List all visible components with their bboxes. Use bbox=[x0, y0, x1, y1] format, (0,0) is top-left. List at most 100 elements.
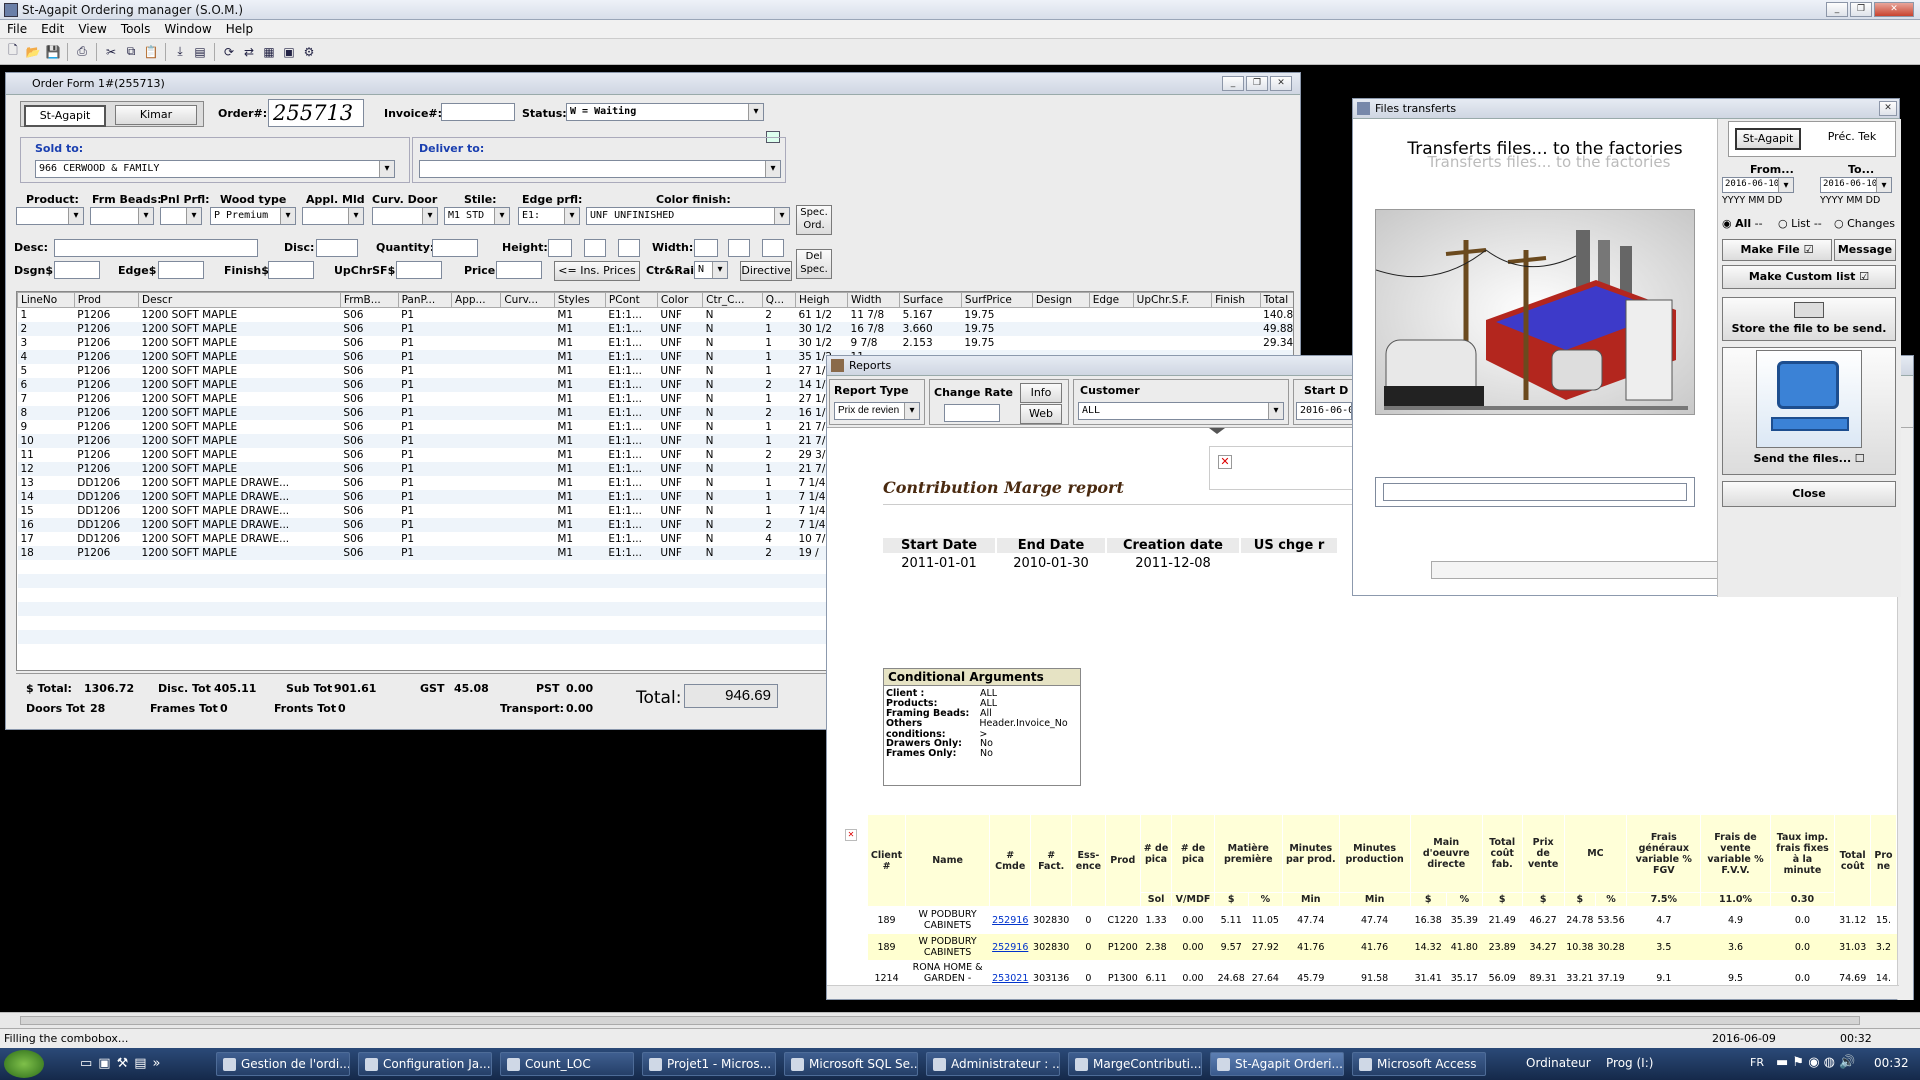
grid-cell[interactable] bbox=[1133, 322, 1212, 336]
grid-cell[interactable]: 3.660 bbox=[900, 322, 962, 336]
customer-combobox[interactable]: ALL bbox=[1078, 402, 1284, 420]
grid-row[interactable]: 3 P1206 1200 SOFT MAPLE S06 P1 M1 E1:1... UNF N 1… bbox=[17, 335, 1293, 350]
task-gestion[interactable]: Gestion de l'ordi... bbox=[216, 1052, 350, 1076]
tray-icons[interactable]: ▬ ⚑ ◉ ◍ 🔊 bbox=[1776, 1055, 1855, 1070]
grid-cell[interactable]: P1206 bbox=[74, 336, 138, 350]
grid-cell[interactable]: 11 bbox=[18, 448, 75, 462]
grid-col-header[interactable]: Width bbox=[847, 292, 901, 308]
grid-cell[interactable]: 1 bbox=[762, 350, 795, 364]
files-log-field[interactable] bbox=[1383, 483, 1687, 501]
grid-cell[interactable]: S06 bbox=[340, 350, 398, 364]
grid-cell[interactable]: P1 bbox=[398, 350, 451, 364]
grid-cell[interactable] bbox=[452, 322, 501, 336]
grid-cell[interactable]: 1200 SOFT MAPLE bbox=[139, 462, 341, 476]
grid-col-header[interactable]: Design bbox=[1031, 292, 1090, 308]
grid-cell[interactable] bbox=[501, 504, 555, 518]
grid-cell[interactable]: 1200 SOFT MAPLE bbox=[139, 406, 341, 420]
width-den-field[interactable] bbox=[762, 239, 784, 257]
grid-cell[interactable]: S06 bbox=[340, 406, 398, 420]
tab-prec-tek[interactable]: Préc. Tek bbox=[1817, 128, 1887, 146]
grid-cell[interactable] bbox=[501, 350, 555, 364]
grid-col-header[interactable]: Ctr_C... bbox=[702, 292, 763, 308]
grid-cell[interactable]: UNF bbox=[657, 378, 702, 392]
grid-cell[interactable]: 1200 SOFT MAPLE bbox=[139, 392, 341, 406]
grid-cell[interactable]: M1 bbox=[554, 448, 605, 462]
grid-cell[interactable]: P1206 bbox=[74, 434, 138, 448]
stile-combobox[interactable]: M1 STD bbox=[444, 207, 510, 225]
grid-cell[interactable] bbox=[501, 336, 555, 350]
grid-cell[interactable]: 1200 SOFT MAPLE bbox=[139, 434, 341, 448]
order-close-icon[interactable]: ✕ bbox=[1270, 76, 1292, 91]
grid-cell[interactable]: 5.167 bbox=[900, 308, 962, 322]
height-field[interactable] bbox=[548, 239, 572, 257]
grid-cell[interactable]: E1:1... bbox=[605, 434, 657, 448]
grid-cell[interactable]: 4 bbox=[18, 350, 75, 364]
report-icon[interactable]: ▤ bbox=[191, 43, 209, 61]
grid-cell[interactable] bbox=[452, 420, 501, 434]
menu-edit[interactable]: Edit bbox=[34, 20, 71, 38]
grid-cell[interactable] bbox=[501, 476, 555, 490]
grid-cell[interactable] bbox=[452, 406, 501, 420]
grid-cell[interactable] bbox=[501, 308, 555, 322]
grid-col-header[interactable]: Prod bbox=[73, 292, 140, 308]
task-st-agapit[interactable]: St-Agapit Orderi... bbox=[1210, 1052, 1344, 1076]
grid-cell[interactable] bbox=[1212, 336, 1260, 350]
grid-cell[interactable]: P1 bbox=[398, 434, 451, 448]
grid-cell[interactable]: 9 7/8 bbox=[848, 336, 900, 350]
edge-price-field[interactable] bbox=[158, 261, 204, 279]
grid-cell[interactable]: 30 1/2 bbox=[795, 336, 847, 350]
grid-cell[interactable]: M1 bbox=[554, 420, 605, 434]
close-icon[interactable]: ✕ bbox=[1874, 2, 1914, 17]
grid-cell[interactable] bbox=[501, 532, 555, 546]
grid-cell[interactable]: N bbox=[703, 448, 763, 462]
start-date-field[interactable]: 2016-06-0 bbox=[1296, 402, 1352, 420]
task-sql-server[interactable]: Microsoft SQL Se... bbox=[784, 1052, 918, 1076]
grid-cell[interactable]: 30 1/2 bbox=[795, 322, 847, 336]
menu-file[interactable]: File bbox=[0, 20, 34, 38]
grid-cell[interactable]: M1 bbox=[554, 532, 605, 546]
grid-cell[interactable]: 2 bbox=[762, 378, 795, 392]
grid-cell[interactable]: UNF bbox=[657, 434, 702, 448]
grid-cell[interactable]: N bbox=[703, 532, 763, 546]
grid-col-header[interactable]: Heigh bbox=[794, 292, 849, 308]
grid-cell[interactable]: E1:1... bbox=[605, 490, 657, 504]
menu-help[interactable]: Help bbox=[219, 20, 260, 38]
grid-cell[interactable]: M1 bbox=[554, 518, 605, 532]
grid-cell[interactable]: 4 bbox=[762, 532, 795, 546]
grid-cell[interactable]: M1 bbox=[554, 490, 605, 504]
grid-cell[interactable]: P1206 bbox=[74, 378, 138, 392]
report-type-combobox[interactable]: Prix de revien bbox=[834, 402, 920, 420]
grid-cell[interactable] bbox=[452, 350, 501, 364]
info-button[interactable]: Info bbox=[1020, 383, 1062, 403]
grid-cell[interactable]: UNF bbox=[657, 350, 702, 364]
menu-view[interactable]: View bbox=[71, 20, 113, 38]
grid-cell[interactable]: 1200 SOFT MAPLE bbox=[139, 546, 341, 560]
grid-cell[interactable]: M1 bbox=[554, 322, 605, 336]
grid-cell[interactable]: P1 bbox=[398, 490, 451, 504]
grid-cell[interactable] bbox=[452, 448, 501, 462]
order-number-field[interactable]: 255713 bbox=[268, 99, 364, 127]
grid-cell[interactable]: S06 bbox=[340, 392, 398, 406]
radio-changes[interactable]: ○ Changes bbox=[1834, 217, 1895, 230]
grid-cell[interactable] bbox=[452, 308, 501, 322]
grid-cell[interactable]: 1 bbox=[762, 336, 795, 350]
grid-cell[interactable]: P1206 bbox=[74, 546, 138, 560]
grid-cell[interactable]: 16 7/8 bbox=[848, 322, 900, 336]
grid-cell[interactable] bbox=[501, 322, 555, 336]
task-projet1[interactable]: Projet1 - Micros... bbox=[642, 1052, 776, 1076]
grid-cell[interactable]: 17 bbox=[18, 532, 75, 546]
grid-cell[interactable] bbox=[501, 448, 555, 462]
copy-icon[interactable]: ⧉ bbox=[122, 43, 140, 61]
color-finish-combobox[interactable]: UNF UNFINISHED bbox=[586, 207, 790, 225]
grid-cell[interactable]: E1:1... bbox=[605, 378, 657, 392]
grid-cell[interactable]: P1 bbox=[398, 518, 451, 532]
invoice-field[interactable] bbox=[441, 103, 515, 121]
grid-cell[interactable]: 1 bbox=[762, 434, 795, 448]
ins-prices-button[interactable]: <= Ins. Prices bbox=[554, 261, 640, 281]
grid-cell[interactable]: 2 bbox=[762, 406, 795, 420]
grid-cell[interactable]: DD1206 bbox=[74, 504, 138, 518]
grid-cell[interactable]: M1 bbox=[554, 462, 605, 476]
task-configuration[interactable]: Configuration Ja... bbox=[358, 1052, 492, 1076]
grid-cell[interactable]: 2 bbox=[762, 308, 795, 322]
database-icon[interactable]: ▦ bbox=[260, 43, 278, 61]
